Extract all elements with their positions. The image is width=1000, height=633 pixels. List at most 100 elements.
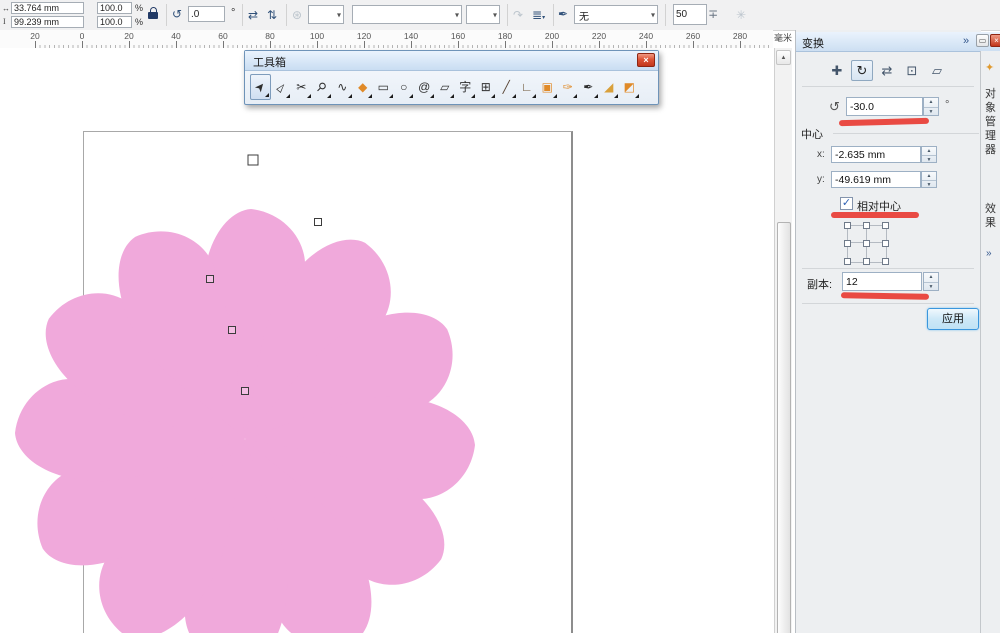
pick-tool[interactable]: ➤ <box>250 74 271 100</box>
outline-pen-icon: ✒ <box>558 7 568 21</box>
close-icon[interactable] <box>637 53 655 67</box>
panel-degree-label: ° <box>945 99 949 111</box>
shape-tool[interactable]: ▻ <box>271 74 292 100</box>
toolbox-titlebar[interactable]: 工具箱 <box>245 51 658 71</box>
toolbox-title: 工具箱 <box>253 54 286 70</box>
anchor-checkbox[interactable] <box>863 258 870 265</box>
position-y-icon: I <box>3 18 6 26</box>
ruler-label: 240 <box>639 31 653 41</box>
copies-field[interactable] <box>842 272 922 291</box>
scale-x-field[interactable] <box>97 2 132 14</box>
curve-icon: ↷ <box>513 8 523 22</box>
anchor-point-grid[interactable] <box>844 222 890 266</box>
anchor-checkbox[interactable] <box>882 240 889 247</box>
text-tool-icon: 字 <box>459 81 471 93</box>
relative-center-checkbox[interactable]: ✓ <box>840 197 853 210</box>
ruler-label: 20 <box>30 31 39 41</box>
fill-tool[interactable]: ◢ <box>599 74 620 100</box>
polygon-tool[interactable]: @ <box>414 74 435 100</box>
ellipse-tool[interactable]: ○ <box>394 74 415 100</box>
outline-pen-tool[interactable]: ✒ <box>578 74 599 100</box>
lock-ratio-icon[interactable] <box>148 12 158 19</box>
ellipse-tool-icon: ○ <box>400 81 407 93</box>
anchor-checkbox[interactable] <box>844 222 851 229</box>
strip-chevron-icon[interactable]: » <box>986 248 992 259</box>
numeric-field[interactable] <box>673 4 707 25</box>
docker-tab[interactable]: 对象管理器 <box>985 88 996 157</box>
canvas-area[interactable] <box>0 48 774 633</box>
rotation-field[interactable] <box>188 6 225 22</box>
ruler-label: 140 <box>404 31 418 41</box>
docker-titlebar[interactable]: 变换 » ▭ × <box>796 32 1000 52</box>
zoom-tool[interactable]: ⚲ <box>312 74 333 100</box>
outline-width-dropdown[interactable]: 无 <box>574 5 658 24</box>
scroll-up-icon[interactable]: ▲ <box>776 50 791 65</box>
smart-fill-tool[interactable]: ◆ <box>353 74 374 100</box>
eyedropper-tool[interactable]: ✑ <box>558 74 579 100</box>
ruler-label: 60 <box>218 31 227 41</box>
docker-close-icon[interactable]: × <box>990 34 1000 47</box>
anchor-checkbox[interactable] <box>882 222 889 229</box>
node-handle[interactable] <box>206 275 214 283</box>
center-label: 中心 <box>801 126 823 142</box>
anchor-checkbox[interactable] <box>844 258 851 265</box>
basic-shapes-tool[interactable]: ▱ <box>435 74 456 100</box>
ruler-label: 20 <box>124 31 133 41</box>
fill-tool-icon: ◢ <box>604 81 613 93</box>
ruler-label: 180 <box>498 31 512 41</box>
table-tool[interactable]: ⊞ <box>476 74 497 100</box>
node-handle[interactable] <box>241 387 249 395</box>
dimension-tool[interactable]: ╱ <box>496 74 517 100</box>
rectangle-tool[interactable]: ▭ <box>373 74 394 100</box>
transform-modes: ✚↻⇄⊡▱ <box>826 60 948 81</box>
app-window: ↔ I % % ↺ ° ⇄ ⇅ ⊛ ↷ ≣▾ ✒ 无 ∓ ✳ 200204060… <box>0 0 1000 633</box>
skew-mode-icon[interactable]: ▱ <box>926 60 948 81</box>
ruler-label: 120 <box>357 31 371 41</box>
mirror-horizontal-icon[interactable]: ⇄ <box>248 8 258 22</box>
docker-title: 变换 <box>802 35 824 51</box>
node-handle[interactable] <box>228 326 236 334</box>
position-y-field[interactable] <box>11 16 84 28</box>
interactive-fill-tool[interactable]: ◩ <box>619 74 640 100</box>
scroll-thumb[interactable] <box>777 222 791 633</box>
scale-y-field[interactable] <box>97 16 132 28</box>
overflow-chevron-icon[interactable]: » <box>963 35 969 47</box>
size-mode-icon[interactable]: ⊡ <box>901 60 923 81</box>
text-tool[interactable]: 字 <box>455 74 476 100</box>
center-y-spinner[interactable]: ▲▼ <box>921 171 937 188</box>
center-x-field[interactable] <box>831 146 921 163</box>
zoom-tool-icon: ⚲ <box>314 80 329 95</box>
center-x-spinner[interactable]: ▲▼ <box>921 146 937 163</box>
anchor-checkbox[interactable] <box>882 258 889 265</box>
crop-tool[interactable]: ✂ <box>291 74 312 100</box>
blend-tool[interactable]: ▣ <box>537 74 558 100</box>
copies-spinner[interactable]: ▲▼ <box>923 272 939 291</box>
dropdown-small-1[interactable] <box>308 5 344 24</box>
anchor-checkbox[interactable] <box>863 240 870 247</box>
connector-tool[interactable]: ∟ <box>517 74 538 100</box>
docker-tab[interactable]: 效果 <box>985 203 996 230</box>
horizontal-ruler[interactable]: 2002040608010012014016018020022024026028… <box>0 30 773 49</box>
freehand-tool[interactable]: ∿ <box>332 74 353 100</box>
apply-button[interactable]: 应用 <box>927 308 979 330</box>
dropdown-wide[interactable] <box>352 5 462 24</box>
arrange-icon: ⊛ <box>292 8 302 22</box>
rotation-angle-spinner[interactable]: ▲▼ <box>923 97 939 116</box>
degree-label: ° <box>231 7 235 19</box>
position-x-field[interactable] <box>11 2 84 14</box>
minimize-icon[interactable]: ▭ <box>976 34 989 47</box>
rotation-angle-field[interactable] <box>846 97 923 116</box>
anchor-checkbox[interactable] <box>844 240 851 247</box>
anchor-checkbox[interactable] <box>863 222 870 229</box>
scale-mirror-mode-icon[interactable]: ⇄ <box>876 60 898 81</box>
wrap-text-icon[interactable]: ≣▾ <box>532 8 545 22</box>
mirror-vertical-icon[interactable]: ⇅ <box>267 8 277 22</box>
node-handle[interactable] <box>248 155 259 166</box>
center-y-field[interactable] <box>831 171 921 188</box>
position-mode-icon[interactable]: ✚ <box>826 60 848 81</box>
rotate-mode-icon[interactable]: ↻ <box>851 60 873 81</box>
outline-width-value: 无 <box>575 6 657 23</box>
dropdown-small-2[interactable] <box>466 5 500 24</box>
vertical-scrollbar[interactable]: ▲ <box>774 48 792 633</box>
node-handle[interactable] <box>314 218 322 226</box>
